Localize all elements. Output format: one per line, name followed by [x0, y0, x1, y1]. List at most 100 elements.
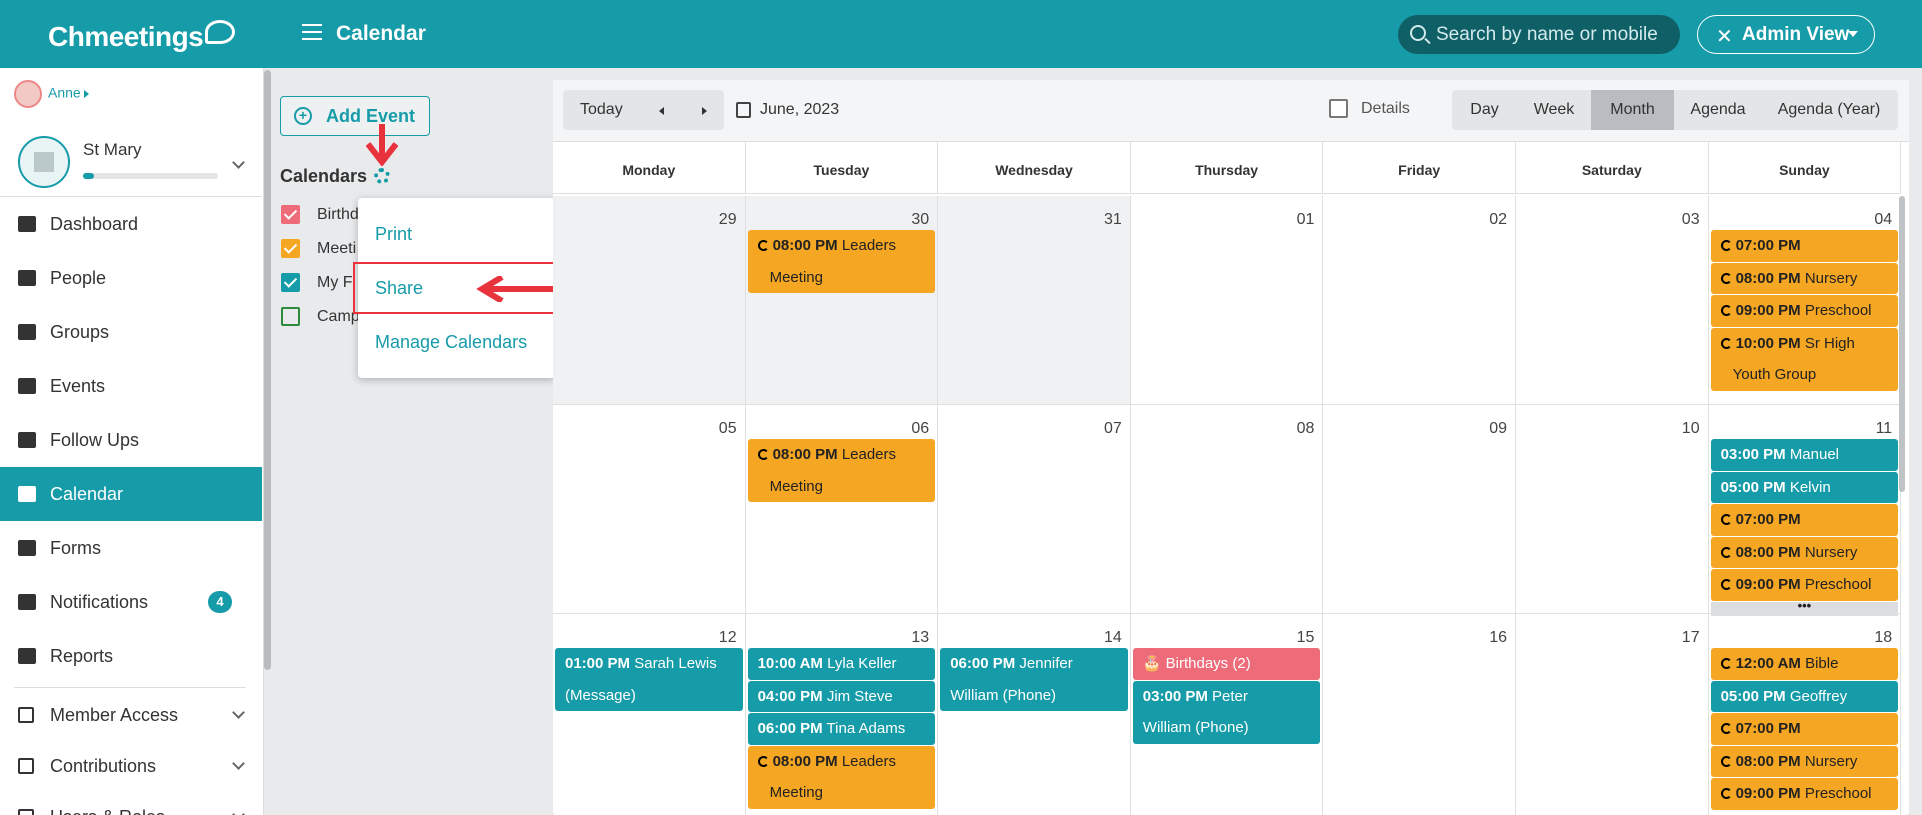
view-agenda-year-[interactable]: Agenda (Year): [1762, 90, 1896, 130]
calendar-event[interactable]: 07:00 PM: [1710, 504, 1899, 536]
calendar-item[interactable]: Birthd: [281, 205, 359, 224]
day-number[interactable]: 12: [719, 629, 737, 647]
day-cell[interactable]: 18 12:00 AM Bible 05:00 PM Geoffrey 07:00 P…: [1709, 614, 1902, 815]
sidebar-item-users-roles[interactable]: Users & Roles: [0, 790, 262, 815]
calendar-event[interactable]: 05:00 PM Geoffrey: [1710, 680, 1899, 712]
calendar-event[interactable]: 06:00 PM Jennifer William (Phone): [940, 648, 1128, 711]
calendar-scrollbar[interactable]: [1899, 196, 1905, 492]
calendar-item[interactable]: Camp: [281, 307, 360, 326]
day-cell[interactable]: 15 🎂 Birthdays (2) 03:00 PM Peter William (…: [1131, 614, 1324, 815]
sidebar-scrollbar[interactable]: [264, 70, 271, 670]
view-day[interactable]: Day: [1452, 90, 1517, 130]
user-menu[interactable]: Anne: [14, 80, 89, 108]
checkbox-icon[interactable]: [1329, 99, 1348, 118]
add-event-button[interactable]: + Add Event: [280, 96, 430, 136]
day-cell[interactable]: 12 01:00 PM Sarah Lewis (Message): [553, 614, 746, 815]
search-input[interactable]: Search by name or mobile: [1398, 15, 1680, 54]
day-cell[interactable]: 29: [553, 196, 746, 405]
day-cell[interactable]: 05: [553, 405, 746, 614]
checkbox-icon[interactable]: [281, 307, 300, 326]
calendar-event[interactable]: 06:00 PM Tina Adams: [747, 713, 936, 745]
day-number[interactable]: 01: [1297, 211, 1315, 229]
day-number[interactable]: 30: [911, 211, 929, 229]
day-cell[interactable]: 17: [1516, 614, 1709, 815]
sidebar-item-reports[interactable]: Reports: [0, 629, 262, 683]
calendar-event[interactable]: 04:00 PM Jim Steve: [747, 680, 936, 712]
calendar-event[interactable]: 03:00 PM Manuel: [1710, 439, 1899, 471]
day-cell[interactable]: 11 03:00 PM Manuel 05:00 PM Kelvin 07:00 PM…: [1708, 405, 1902, 616]
calendar-event[interactable]: 09:00 PM Preschool: [1710, 569, 1899, 601]
day-cell[interactable]: 31: [938, 196, 1131, 405]
day-cell[interactable]: 16: [1323, 614, 1516, 815]
day-number[interactable]: 11: [1876, 420, 1893, 438]
prev-arrow-icon[interactable]: [659, 107, 664, 115]
day-cell[interactable]: 14 06:00 PM Jennifer William (Phone): [938, 614, 1131, 815]
calendar-event[interactable]: 01:00 PM Sarah Lewis (Message): [555, 648, 743, 711]
sidebar-item-dashboard[interactable]: Dashboard: [0, 197, 262, 251]
sidebar-item-people[interactable]: People: [0, 251, 262, 305]
details-checkbox[interactable]: Details: [1329, 99, 1410, 118]
day-cell[interactable]: 13 10:00 AM Lyla Keller 04:00 PM Jim Steve…: [746, 614, 939, 815]
day-number[interactable]: 06: [911, 420, 929, 438]
calendar-event[interactable]: 10:00 PM Sr High Youth Group: [1710, 327, 1899, 391]
brand-logo[interactable]: Chmeetings: [48, 20, 236, 53]
gear-icon[interactable]: [374, 168, 390, 184]
menu-item-manage-calendars[interactable]: Manage Calendars: [375, 332, 527, 353]
admin-view-button[interactable]: ✕ Admin View: [1697, 15, 1875, 54]
day-number[interactable]: 18: [1874, 629, 1892, 647]
today-button[interactable]: Today: [580, 101, 623, 119]
day-cell[interactable]: 06 08:00 PM Leaders Meeting: [745, 405, 939, 614]
calendar-event[interactable]: 07:00 PM: [1710, 713, 1899, 745]
calendar-event[interactable]: 10:00 AM Lyla Keller: [747, 648, 936, 680]
calendar-event[interactable]: 08:00 PM Nursery: [1710, 745, 1899, 777]
day-number[interactable]: 05: [719, 420, 737, 438]
calendar-event[interactable]: 08:00 PM Leaders Meeting: [747, 439, 936, 502]
day-cell[interactable]: 02: [1323, 196, 1516, 405]
calendar-item[interactable]: Meeti: [281, 239, 356, 258]
day-number[interactable]: 29: [719, 211, 737, 229]
current-date[interactable]: June, 2023: [760, 101, 839, 119]
calendar-event[interactable]: 🎂 Birthdays (2): [1132, 648, 1321, 680]
church-name[interactable]: St Mary: [83, 140, 142, 160]
sidebar-item-member-access[interactable]: Member Access: [0, 688, 262, 739]
chevron-down-icon[interactable]: [232, 757, 245, 770]
day-cell[interactable]: 04 07:00 PM 08:00 PM Nursery 09:00 PM Pres…: [1708, 196, 1902, 405]
day-number[interactable]: 17: [1682, 629, 1700, 647]
sidebar-item-groups[interactable]: Groups: [0, 305, 262, 359]
calendar-event[interactable]: 12:00 AM Bible: [1710, 648, 1899, 680]
next-arrow-icon[interactable]: [702, 107, 707, 115]
day-cell[interactable]: 01: [1130, 196, 1324, 405]
view-agenda[interactable]: Agenda: [1674, 90, 1762, 130]
calendar-event[interactable]: 09:00 PM Preschool: [1710, 295, 1899, 327]
calendar-event[interactable]: 08:00 PM Leaders Meeting: [747, 230, 936, 293]
sidebar-item-events[interactable]: Events: [0, 359, 262, 413]
calendar-event[interactable]: 07:00 PM: [1710, 230, 1899, 262]
day-number[interactable]: 03: [1682, 211, 1700, 229]
sidebar-item-contributions[interactable]: Contributions: [0, 739, 262, 790]
calendar-event[interactable]: 08:00 PM Leaders Meeting: [747, 745, 936, 809]
calendar-event[interactable]: 05:00 PM Kelvin: [1710, 471, 1899, 503]
menu-item-print[interactable]: Print: [375, 224, 412, 245]
calendar-event[interactable]: 08:00 PM Nursery: [1710, 262, 1899, 294]
calendar-item[interactable]: My F: [281, 273, 353, 292]
checkbox-icon[interactable]: [281, 205, 300, 224]
calendar-event[interactable]: 09:00 PM Preschool: [1710, 778, 1899, 810]
day-number[interactable]: 10: [1682, 420, 1700, 438]
sidebar-item-calendar[interactable]: Calendar: [0, 467, 262, 521]
day-number[interactable]: 09: [1489, 420, 1507, 438]
day-number[interactable]: 02: [1489, 211, 1507, 229]
sidebar-item-follow-ups[interactable]: Follow Ups: [0, 413, 262, 467]
checkbox-icon[interactable]: [281, 273, 300, 292]
chevron-down-icon[interactable]: [232, 706, 245, 719]
day-number[interactable]: 31: [1104, 211, 1122, 229]
day-cell[interactable]: 09: [1323, 405, 1516, 614]
day-number[interactable]: 15: [1297, 629, 1315, 647]
day-cell[interactable]: 30 08:00 PM Leaders Meeting: [745, 196, 939, 405]
day-cell[interactable]: 03: [1516, 196, 1709, 405]
day-cell[interactable]: 08: [1130, 405, 1324, 614]
chevron-down-icon[interactable]: [232, 156, 245, 169]
chevron-down-icon[interactable]: [232, 808, 245, 815]
view-week[interactable]: Week: [1517, 90, 1591, 130]
day-number[interactable]: 08: [1297, 420, 1315, 438]
day-number[interactable]: 14: [1104, 629, 1122, 647]
